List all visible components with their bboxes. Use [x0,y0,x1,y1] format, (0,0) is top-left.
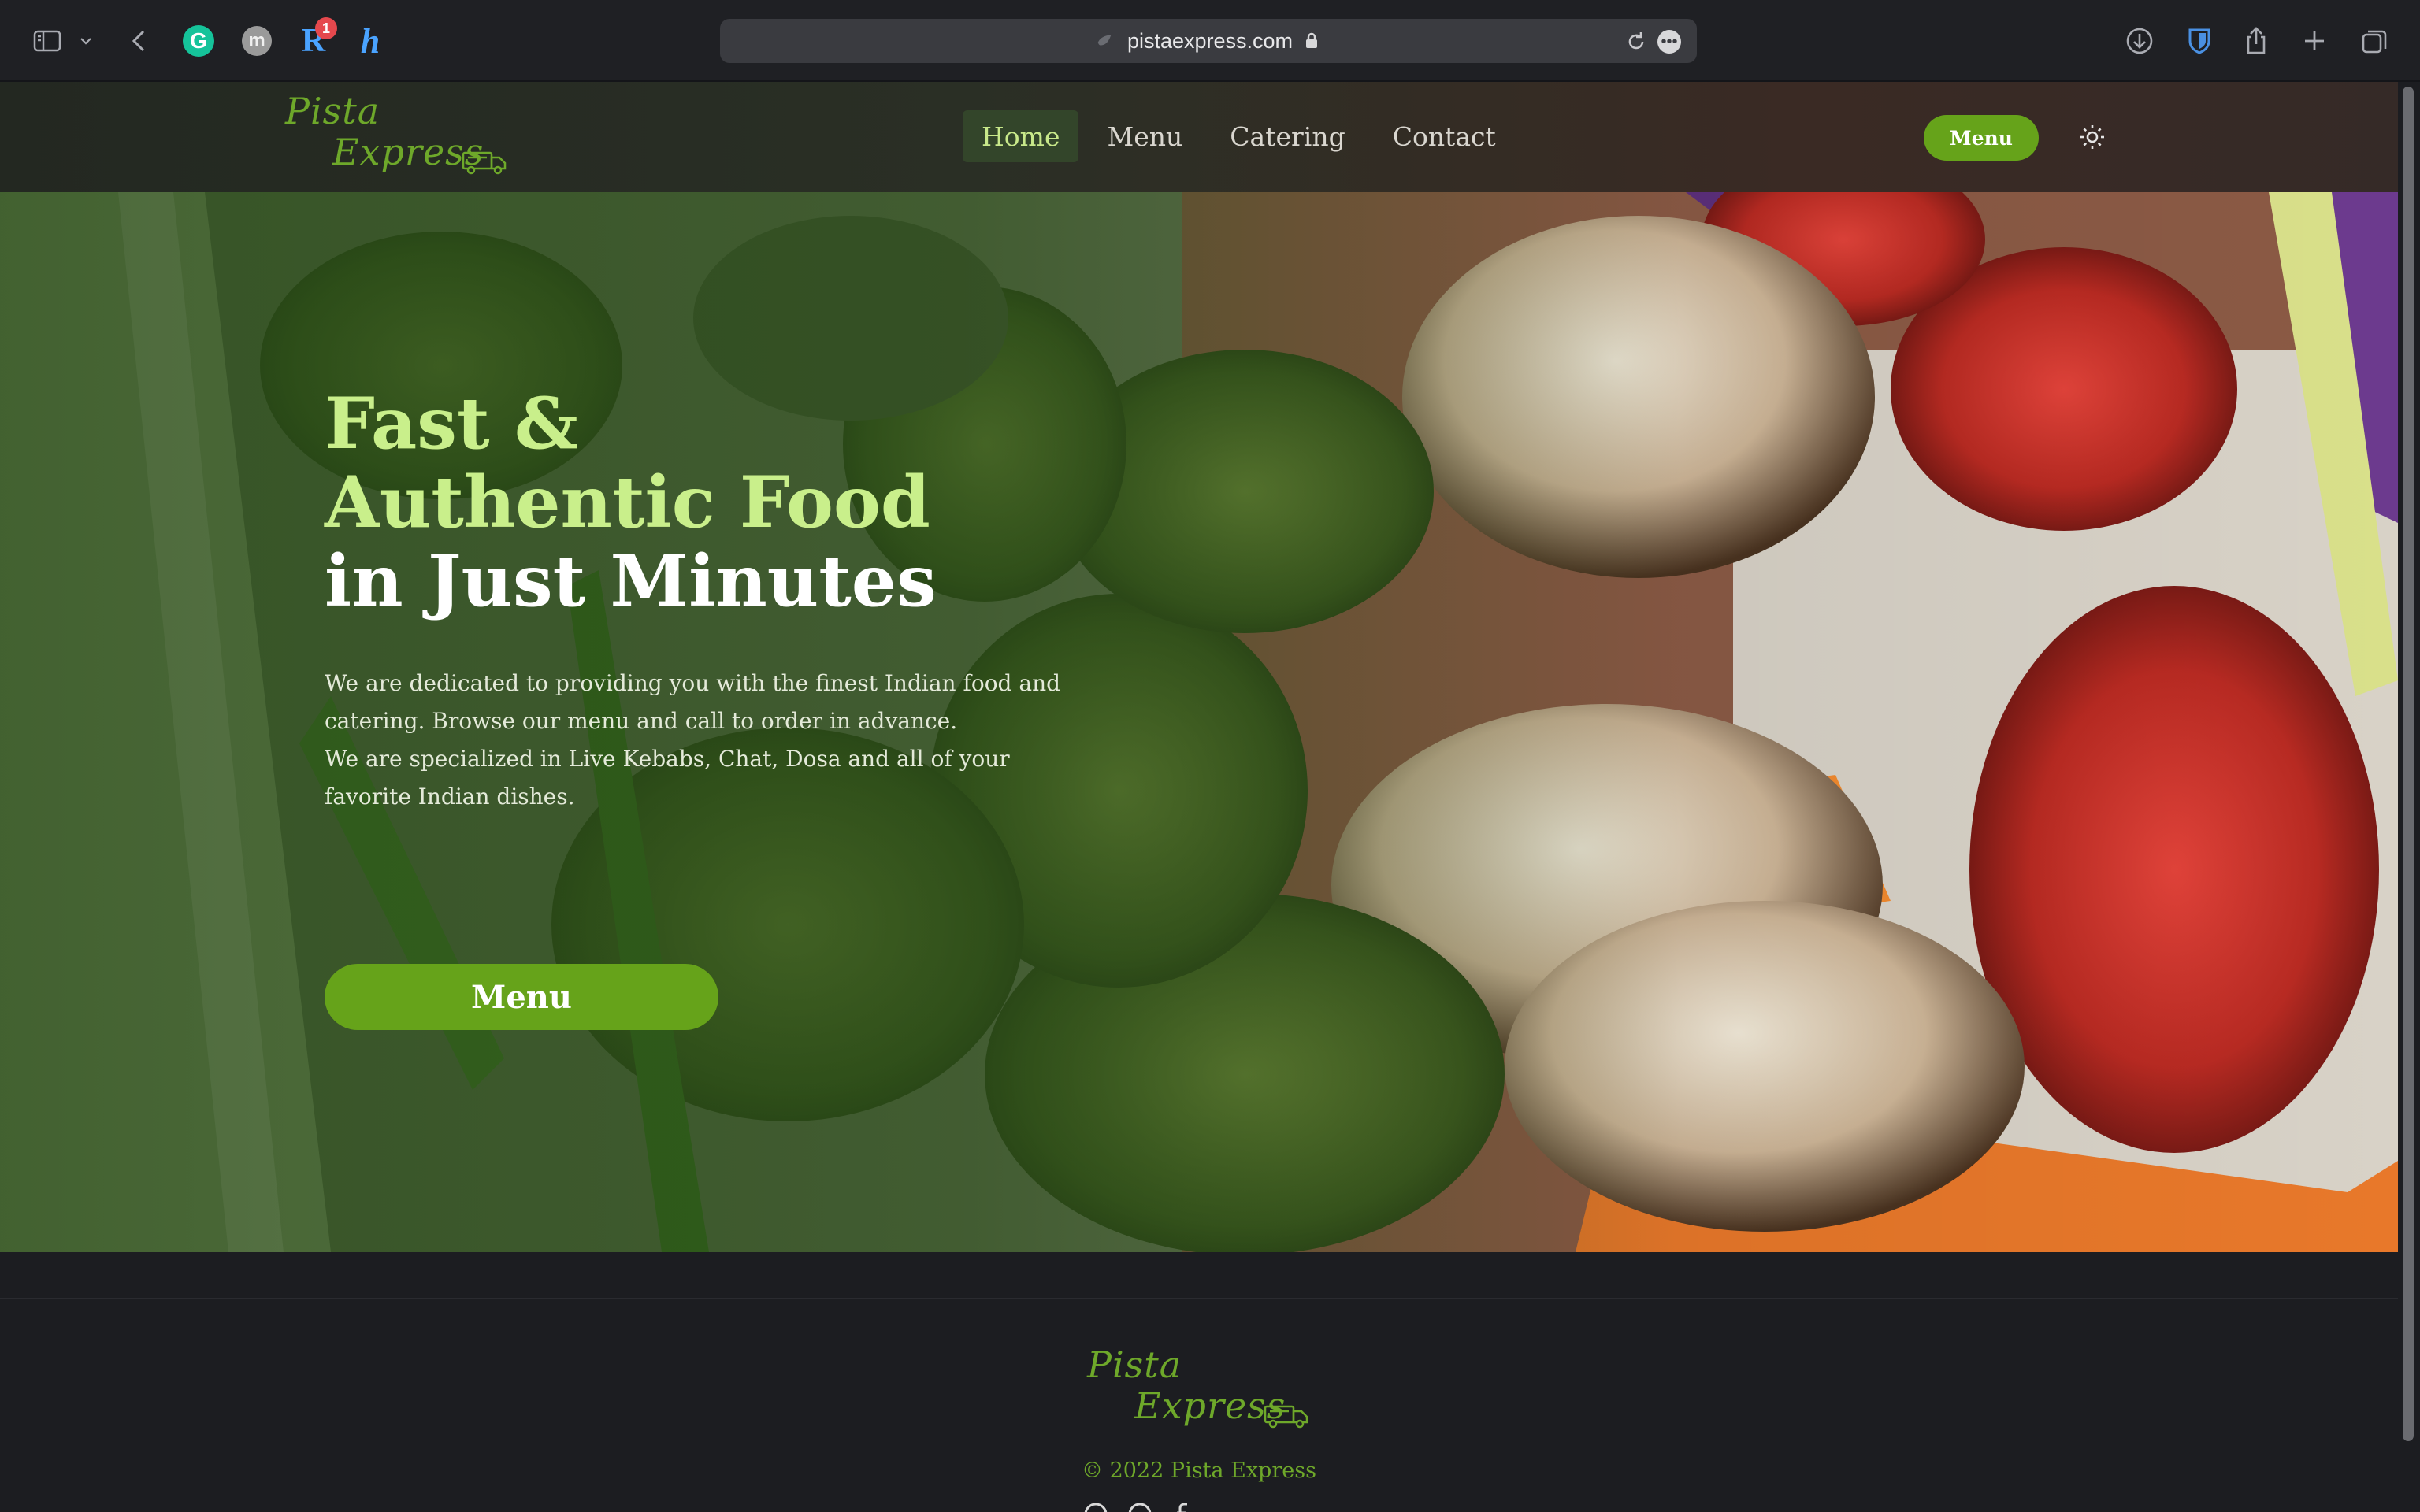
instagram-icon[interactable] [1082,1501,1109,1512]
h-extension-icon[interactable]: h [350,20,391,61]
footer-logo[interactable]: Pista Express [1087,1343,1323,1438]
bitwarden-shield-icon[interactable] [2182,24,2217,58]
tab-overview-icon[interactable] [2357,24,2392,58]
downloads-icon[interactable] [2122,24,2157,58]
food-truck-icon [1264,1405,1308,1429]
page-menu-icon[interactable]: ••• [1657,30,1681,54]
food-truck-icon [462,151,507,175]
main-nav: Home Menu Catering Contact [963,110,1515,162]
nav-item-home[interactable]: Home [963,110,1079,162]
hero-menu-button[interactable]: Menu [325,964,718,1030]
r-extension-icon[interactable]: R 1 [293,17,337,61]
theme-toggle-sun-icon[interactable] [2078,123,2106,151]
sidebar-toggle-icon[interactable] [30,24,65,58]
hero-section: Fast & Authentic Food in Just Minutes We… [0,192,2398,1252]
back-arrow-icon[interactable] [123,24,158,58]
chevron-down-icon[interactable] [74,24,98,58]
reload-icon[interactable] [1624,30,1648,54]
site-favicon-icon [1097,35,1112,46]
page-viewport: Fast & Authentic Food in Just Minutes We… [0,82,2398,1512]
site-navbar: Pista Express Home Menu Catering Contact… [0,82,2398,192]
new-tab-icon[interactable] [2297,24,2332,58]
grammarly-extension-icon[interactable]: G [178,20,219,61]
footer-copyright: © 2022 Pista Express [1082,1458,1316,1483]
scrollbar-thumb[interactable] [2403,87,2414,1441]
hero-title: Fast & Authentic Food in Just Minutes [325,382,937,623]
footer-divider [0,1298,2398,1299]
nav-item-catering[interactable]: Catering [1211,110,1364,162]
share-icon[interactable] [2239,24,2273,58]
whatsapp-icon[interactable] [1126,1501,1153,1512]
nav-item-menu[interactable]: Menu [1088,110,1201,162]
lock-icon [1306,32,1318,48]
url-text: pistaexpress.com [1126,28,1294,53]
nav-menu-button[interactable]: Menu [1924,115,2039,161]
footer-social-links [1082,1501,1197,1512]
site-logo[interactable]: Pista Express [285,90,521,184]
facebook-icon[interactable] [1171,1501,1197,1512]
nav-item-contact[interactable]: Contact [1374,110,1515,162]
hero-description: We are dedicated to providing you with t… [325,670,1061,810]
address-bar[interactable]: pistaexpress.com ••• [720,19,1697,63]
page-scrollbar[interactable] [2398,82,2420,1512]
browser-toolbar: G m R 1 h pistaexpress.com ••• [0,0,2420,82]
notification-badge: 1 [315,17,337,39]
m-extension-icon[interactable]: m [236,20,277,61]
